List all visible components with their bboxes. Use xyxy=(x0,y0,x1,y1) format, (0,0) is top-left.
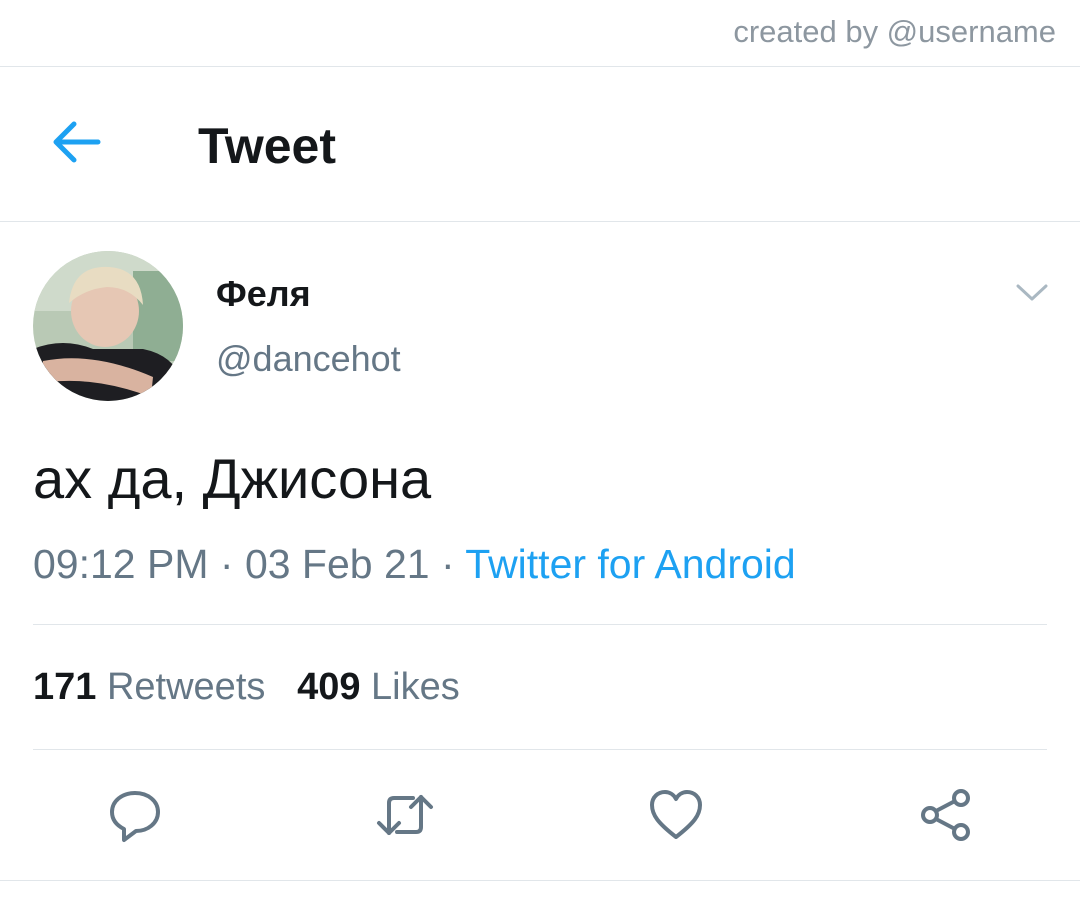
tweet-date: 03 Feb 21 xyxy=(244,541,430,587)
credit-bar: created by @username xyxy=(0,0,1080,67)
creator-credit: created by @username xyxy=(733,14,1056,49)
chevron-down-icon[interactable] xyxy=(1015,281,1049,305)
tweet-text: ах да, Джисона xyxy=(33,447,432,510)
share-icon[interactable] xyxy=(916,785,976,845)
author-handle[interactable]: @dancehot xyxy=(216,338,401,380)
reply-icon[interactable] xyxy=(105,785,165,845)
divider xyxy=(33,624,1047,625)
tweet-stats: 171 Retweets 409 Likes xyxy=(33,666,460,709)
arrow-left-icon[interactable] xyxy=(50,120,104,164)
top-app-bar: Tweet xyxy=(0,67,1080,222)
divider xyxy=(33,749,1047,750)
page-title: Tweet xyxy=(198,118,336,174)
likes-label: Likes xyxy=(371,666,460,708)
tweet-time: 09:12 PM xyxy=(33,541,209,587)
tweet-meta: 09:12 PM · 03 Feb 21 · Twitter for Andro… xyxy=(33,541,796,588)
divider xyxy=(0,880,1080,881)
meta-separator: · xyxy=(208,541,245,587)
author-name[interactable]: Феля xyxy=(216,273,311,315)
retweets-count: 171 xyxy=(33,666,97,708)
avatar[interactable] xyxy=(33,251,183,401)
likes-stat[interactable]: 409 Likes xyxy=(297,666,460,708)
tweet-source-link[interactable]: Twitter for Android xyxy=(465,541,795,587)
retweets-stat[interactable]: 171 Retweets xyxy=(33,666,265,708)
likes-count: 409 xyxy=(297,666,361,708)
like-icon[interactable] xyxy=(646,785,706,845)
retweet-icon[interactable] xyxy=(375,785,435,845)
meta-separator: · xyxy=(429,541,466,587)
retweets-label: Retweets xyxy=(106,666,266,708)
